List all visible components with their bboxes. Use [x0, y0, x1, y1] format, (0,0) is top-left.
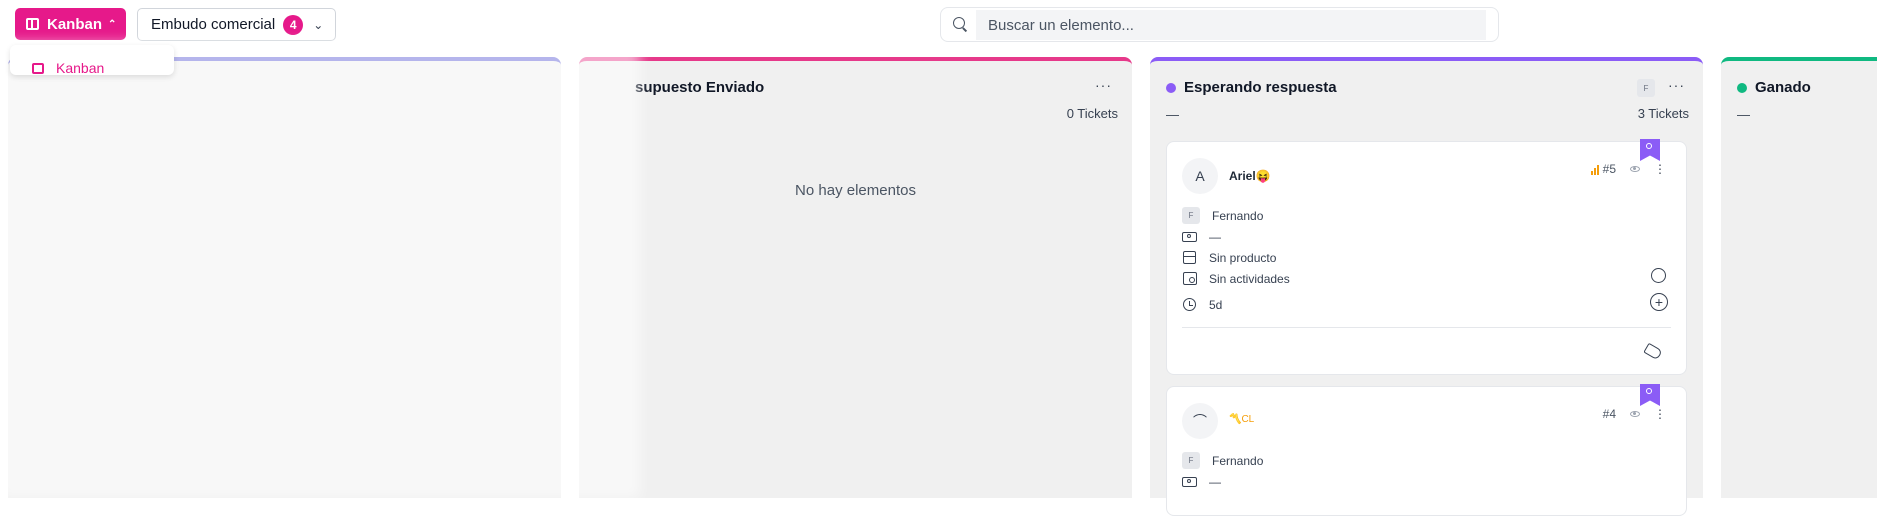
chevron-down-icon: ⌄ [313, 17, 324, 32]
owner-name: Fernando [1212, 208, 1264, 223]
eye-icon[interactable] [1630, 411, 1640, 417]
column-title: Esperando respuesta [1184, 79, 1337, 96]
ticket-card[interactable]: A Ariel😝 #5 ⋮ F Fernando — Sin producto … [1166, 139, 1687, 375]
empty-state-text: No hay elementos [795, 182, 916, 199]
deal-value: — [1209, 474, 1221, 489]
column-ticket-count: 3 Tickets [1637, 106, 1689, 121]
view-button-label: Kanban [47, 15, 103, 33]
view-switch-button[interactable]: Kanban ⌃ [15, 8, 126, 40]
status-dot [1737, 82, 1747, 93]
age-row: 5d [1182, 297, 1222, 312]
pipeline-column-ganado: Ganado — [1721, 57, 1877, 498]
dropdown-option-kanban[interactable]: Kanban [32, 60, 104, 75]
divider [1182, 327, 1671, 328]
pipeline-column-esperando-respuesta: Esperando respuesta F ··· — 3 Tickets A … [1150, 57, 1703, 516]
card-meta: #4 ⋮ [1603, 407, 1666, 421]
chevron-up-icon: ⌃ [108, 18, 117, 30]
product-text: Sin producto [1209, 250, 1277, 265]
contact-name[interactable]: 〽️CL [1229, 414, 1254, 425]
value-row: — [1182, 229, 1221, 244]
signal-bars-icon [1590, 164, 1599, 175]
ticket-card[interactable]: ⌒ 〽️CL #4 ⋮ F Fernando — [1166, 384, 1687, 516]
activities-text: Sin actividades [1209, 271, 1290, 286]
product-row: Sin producto [1182, 250, 1276, 265]
calendar-clock-icon [1182, 272, 1197, 285]
view-dropdown-menu: Kanban [10, 45, 174, 75]
owner-chip: F [1182, 207, 1200, 224]
ticket-number-group: #5 [1590, 162, 1616, 176]
search-input[interactable] [976, 10, 1486, 40]
search-icon [953, 17, 965, 29]
column-header: Esperando respuesta [1166, 79, 1337, 96]
kanban-icon [32, 62, 44, 74]
cash-icon [1182, 476, 1197, 487]
plus-circle-icon[interactable]: + [1650, 293, 1668, 311]
column-value: — [1737, 107, 1750, 122]
clock-icon [1183, 298, 1196, 311]
column-title: Ganado [1755, 79, 1811, 96]
activities-row: Sin actividades [1182, 271, 1290, 286]
status-dot [1166, 82, 1176, 93]
column-header: Ganado [1737, 79, 1811, 96]
search-box [940, 7, 1499, 42]
funnel-count-badge: 4 [283, 14, 304, 35]
avatar: ⌒ [1182, 403, 1218, 439]
column-title: supuesto Enviado [635, 79, 765, 96]
avatar: A [1182, 158, 1218, 194]
funnel-select[interactable]: Embudo comercial 4 ⌄ [137, 8, 336, 41]
owner-name: Fernando [1212, 453, 1264, 468]
owner-row: F Fernando [1182, 452, 1263, 469]
cash-icon [1182, 231, 1197, 242]
eye-icon[interactable] [1630, 166, 1640, 172]
ticket-number: #4 [1602, 407, 1616, 421]
blurred-overlay [0, 42, 640, 498]
more-vertical-icon[interactable]: ⋮ [1654, 408, 1666, 420]
owner-chip: F [1182, 452, 1200, 469]
value-row: — [1182, 474, 1221, 489]
owner-chip: F [1637, 79, 1655, 97]
owner-row: F Fernando [1182, 207, 1263, 224]
deal-value: — [1209, 229, 1221, 244]
whatsapp-icon[interactable] [1651, 268, 1666, 283]
package-icon [1183, 251, 1196, 264]
kanban-icon [26, 18, 39, 30]
bookmark-icon [1640, 139, 1660, 161]
funnel-label: Embudo comercial [151, 16, 276, 33]
more-vertical-icon[interactable]: ⋮ [1654, 163, 1666, 175]
pipeline-column-presupuesto-enviado: supuesto Enviado ··· 0 Tickets No hay el… [579, 57, 1132, 498]
tags-icon[interactable] [1643, 342, 1663, 361]
column-more-icon[interactable]: ··· [1668, 77, 1685, 93]
column-ticket-count: 0 Tickets [1066, 106, 1118, 121]
column-more-icon[interactable]: ··· [1095, 77, 1112, 93]
ticket-age: 5d [1209, 297, 1223, 312]
contact-name[interactable]: Ariel😝 [1229, 169, 1271, 183]
ticket-number: #5 [1602, 162, 1616, 176]
dropdown-option-label: Kanban [56, 60, 105, 75]
bookmark-icon [1640, 384, 1660, 406]
column-value: — [1166, 107, 1179, 122]
card-meta: #5 ⋮ [1590, 162, 1666, 176]
